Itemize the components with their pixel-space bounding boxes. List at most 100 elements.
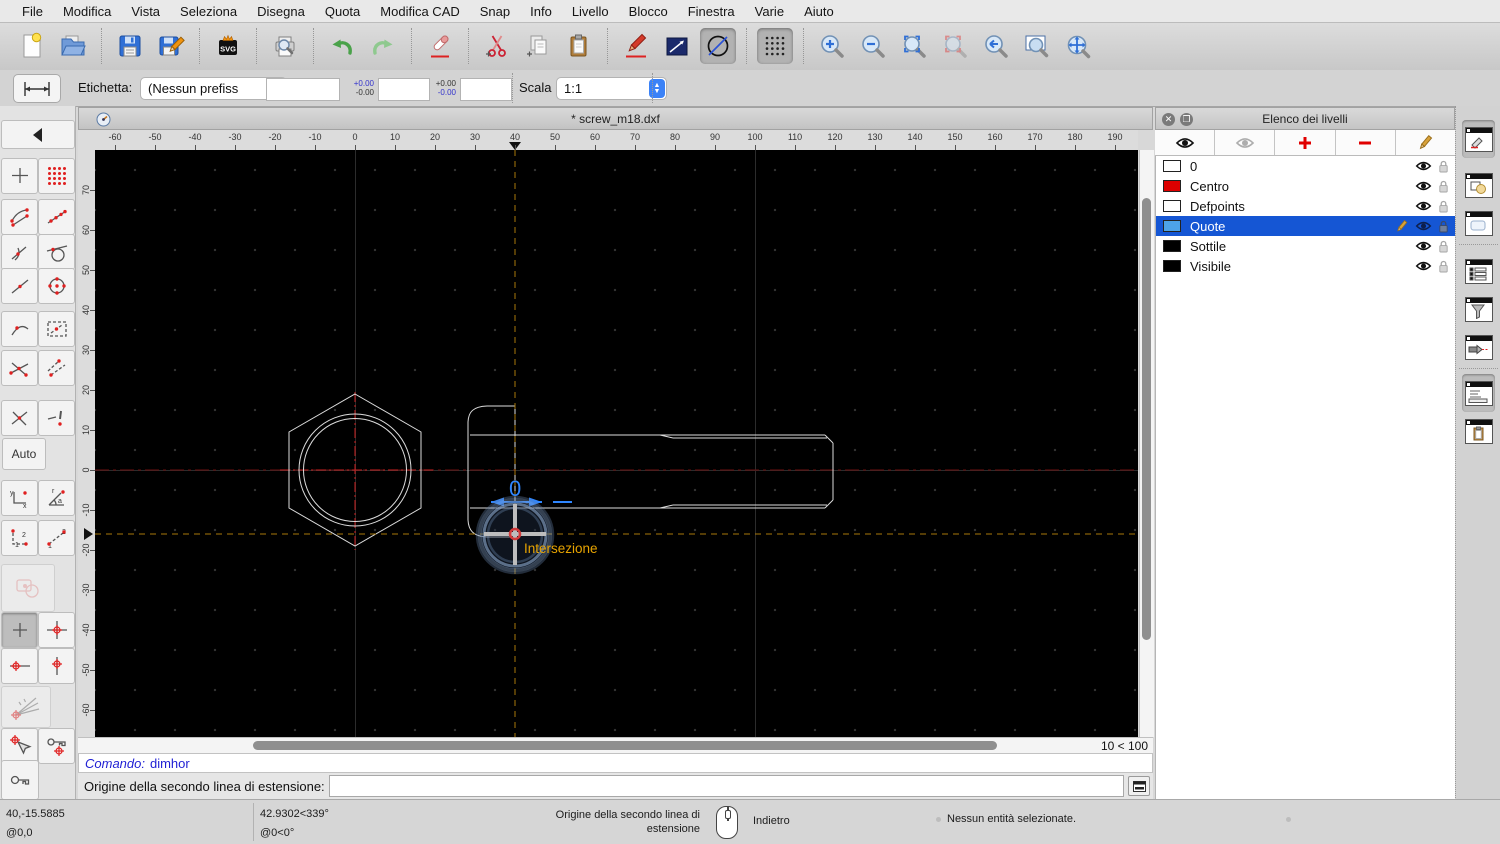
delete-entities-button[interactable]	[422, 28, 458, 64]
layer-row-sottile[interactable]: Sottile	[1156, 236, 1455, 256]
layer-edit-pencil-icon[interactable]	[1394, 219, 1409, 233]
layer-visibility-eye-icon[interactable]	[1415, 220, 1432, 232]
ellipse-tool-button[interactable]	[700, 28, 736, 64]
snap-center-button[interactable]	[38, 268, 75, 304]
save-file-as-button[interactable]	[153, 28, 189, 64]
zoom-previous-button[interactable]	[978, 28, 1014, 64]
zoom-selection-button[interactable]	[937, 28, 973, 64]
layer-row-centro[interactable]: Centro	[1156, 176, 1455, 196]
snap-free-button[interactable]	[1, 158, 38, 194]
menu-item-modifica[interactable]: Modifica	[53, 4, 121, 19]
layer-row-visibile[interactable]: Visibile	[1156, 256, 1455, 276]
coord-relative-polar-button[interactable]: 12	[38, 520, 75, 556]
paste-button[interactable]	[561, 28, 597, 64]
layer-lock-icon[interactable]	[1438, 260, 1449, 273]
layer-lock-icon[interactable]	[1438, 180, 1449, 193]
lock-relative-zero-button[interactable]	[38, 728, 75, 764]
snap-reference-button[interactable]	[38, 311, 75, 347]
zoom-window-button[interactable]	[1019, 28, 1055, 64]
menu-item-blocco[interactable]: Blocco	[619, 4, 678, 19]
snap-intersection-manual-button[interactable]	[38, 350, 75, 386]
add-layer-button[interactable]	[1275, 130, 1336, 155]
zoom-out-button[interactable]	[855, 28, 891, 64]
snap-grid-button[interactable]	[38, 158, 75, 194]
angle-protractor-button[interactable]	[1, 686, 51, 728]
snap-distance-button[interactable]	[1, 311, 38, 347]
new-file-button[interactable]	[14, 28, 50, 64]
cut-button[interactable]	[479, 28, 515, 64]
edit-layer-button[interactable]	[1396, 130, 1455, 155]
document-window-titlebar[interactable]: * screw_m18.dxf	[78, 107, 1153, 130]
layer-lock-icon[interactable]	[1438, 240, 1449, 253]
layer-visibility-eye-icon[interactable]	[1415, 260, 1432, 272]
clipboard-window-toggle-button[interactable]	[1462, 412, 1495, 450]
snap-endpoint-button[interactable]	[1, 199, 38, 235]
save-file-button[interactable]	[112, 28, 148, 64]
horizontal-scrollbar-thumb[interactable]	[253, 741, 997, 750]
coord-polar-button[interactable]: ra	[38, 480, 75, 516]
vertical-scrollbar[interactable]	[1139, 150, 1154, 737]
snap-middle-button[interactable]	[1, 268, 38, 304]
menu-item-varie[interactable]: Varie	[745, 4, 794, 19]
menu-item-file[interactable]: File	[12, 4, 53, 19]
set-relative-zero-button[interactable]	[1, 728, 38, 764]
restrict-vertical-button[interactable]	[38, 648, 75, 684]
snap-perpendicular-button[interactable]	[1, 234, 38, 270]
edit-pencil-button[interactable]	[618, 28, 654, 64]
menu-item-quota[interactable]: Quota	[315, 4, 370, 19]
restrict-orthogonal-button[interactable]	[38, 612, 75, 648]
menu-item-aiuto[interactable]: Aiuto	[794, 4, 844, 19]
menu-item-vista[interactable]: Vista	[121, 4, 170, 19]
restrict-nothing-button[interactable]	[1, 612, 38, 648]
layer-panel-titlebar[interactable]: ✕ ❐ Elenco dei livelli	[1155, 107, 1455, 130]
back-button[interactable]	[1, 120, 75, 149]
layer-lock-icon[interactable]	[1438, 200, 1449, 213]
selection-filter-window-toggle-button[interactable]	[1462, 290, 1495, 328]
command-widget-window-toggle-button[interactable]	[1462, 374, 1495, 412]
layer-list-window-toggle-button[interactable]	[1462, 120, 1495, 158]
snap-cross-button[interactable]	[1, 400, 38, 436]
open-file-button[interactable]	[55, 28, 91, 64]
snap-auto-button[interactable]: Auto	[2, 438, 46, 470]
layer-visibility-eye-icon[interactable]	[1415, 160, 1432, 172]
horizontal-scrollbar[interactable]: 10 < 100	[78, 737, 1153, 754]
menu-item-disegna[interactable]: Disegna	[247, 4, 315, 19]
line-tool-button[interactable]	[659, 28, 695, 64]
command-input[interactable]	[328, 775, 1124, 797]
vertical-scrollbar-thumb[interactable]	[1142, 198, 1151, 640]
layer-visibility-eye-icon[interactable]	[1415, 240, 1432, 252]
layer-row-0[interactable]: 0	[1156, 156, 1455, 176]
menu-item-modifica-cad[interactable]: Modifica CAD	[370, 4, 469, 19]
layer-visibility-eye-icon[interactable]	[1415, 180, 1432, 192]
menu-item-finestra[interactable]: Finestra	[678, 4, 745, 19]
zoom-pan-button[interactable]	[1060, 28, 1096, 64]
layer-row-quote[interactable]: Quote	[1156, 216, 1455, 236]
export-svg-button[interactable]: SVG	[210, 28, 246, 64]
torch-window-toggle-button[interactable]	[1462, 328, 1495, 366]
tolerance-upper-input[interactable]	[378, 78, 430, 101]
block-list-window-toggle-button[interactable]	[1462, 166, 1495, 204]
command-keyboard-toggle-button[interactable]	[1128, 776, 1150, 796]
menu-item-seleziona[interactable]: Seleziona	[170, 4, 247, 19]
selection-tool-button[interactable]	[1, 564, 55, 612]
layer-panel-float-button[interactable]: ❐	[1180, 113, 1193, 126]
prefix-dropdown[interactable]: (Nessun prefiss ▲▼	[140, 77, 287, 100]
layer-panel-close-button[interactable]: ✕	[1162, 113, 1175, 126]
layer-visibility-eye-icon[interactable]	[1415, 200, 1432, 212]
remove-layer-button[interactable]	[1336, 130, 1396, 155]
copy-button[interactable]	[520, 28, 556, 64]
label-input[interactable]	[266, 78, 340, 101]
menu-item-livello[interactable]: Livello	[562, 4, 619, 19]
snap-tangent-button[interactable]	[38, 234, 75, 270]
snap-nothing-button[interactable]	[38, 400, 75, 436]
show-all-layers-button[interactable]	[1155, 130, 1216, 155]
restrict-horizontal-button[interactable]	[1, 648, 38, 684]
layer-lock-icon[interactable]	[1438, 220, 1449, 233]
coord-cartesian-button[interactable]: yx	[1, 480, 38, 516]
drawing-canvas[interactable]: 0 Intersezione	[95, 150, 1138, 737]
library-browser-window-toggle-button[interactable]	[1462, 204, 1495, 242]
redo-button[interactable]	[365, 28, 401, 64]
snap-on-entity-button[interactable]	[38, 199, 75, 235]
layer-row-defpoints[interactable]: Defpoints	[1156, 196, 1455, 216]
coord-relative-cartesian-button[interactable]: 12	[1, 520, 38, 556]
